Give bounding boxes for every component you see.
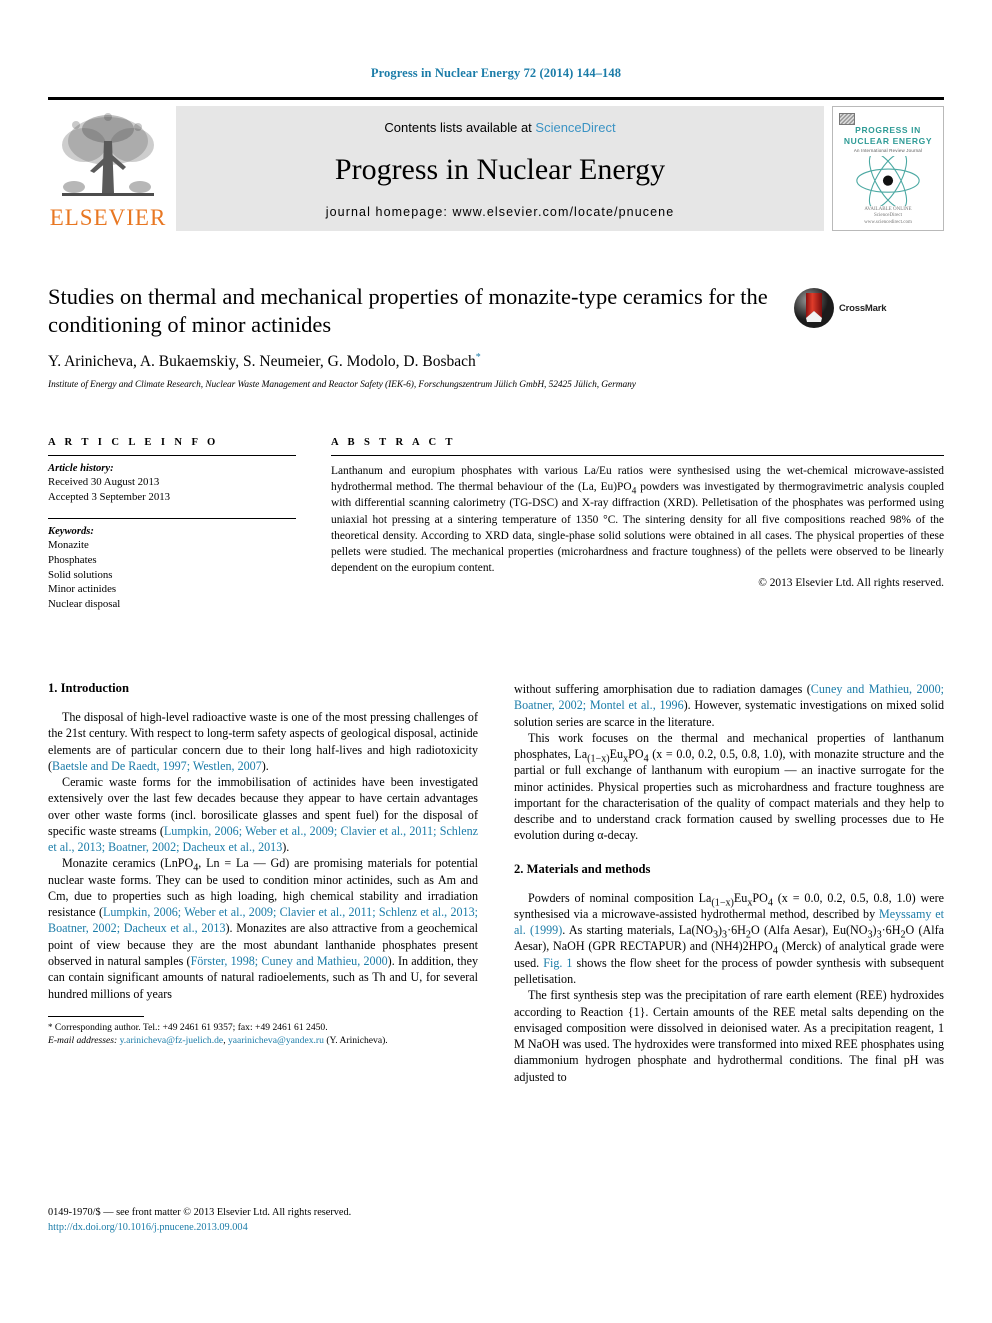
footnote-rule	[48, 1015, 144, 1017]
abstract-paragraph: Lanthanum and europium phosphates with v…	[331, 465, 944, 575]
body-columns: 1. Introduction The disposal of high-lev…	[48, 681, 944, 1281]
cover-foot-1: AVAILABLE ONLINE	[864, 206, 912, 212]
keywords-label: Keywords:	[48, 525, 94, 537]
doi-link[interactable]: http://dx.doi.org/10.1016/j.pnucene.2013…	[48, 1221, 478, 1236]
left-column: 1. Introduction The disposal of high-lev…	[48, 681, 478, 1281]
rp3-part-c: shows the flow sheet for the process of …	[514, 955, 944, 986]
paragraph: This work focuses on the thermal and mec…	[514, 730, 944, 844]
sciencedirect-link[interactable]: ScienceDirect	[535, 120, 615, 135]
author-list: Y. Arinicheva, A. Bukaemskiy, S. Neumeie…	[48, 353, 944, 371]
journal-homepage[interactable]: journal homepage: www.elsevier.com/locat…	[326, 205, 675, 219]
accepted-date: Accepted 3 September 2013	[48, 490, 171, 503]
keyword-item: Solid solutions	[48, 568, 113, 581]
affiliation: Institute of Energy and Climate Research…	[48, 380, 636, 391]
cover-foot-3: www.sciencedirect.com	[864, 219, 912, 225]
article-info-heading: A R T I C L E I N F O	[48, 437, 219, 448]
crossmark-icon	[794, 288, 834, 328]
citation-link[interactable]: Förster, 1998; Cuney and Mathieu, 2000	[191, 954, 388, 968]
cover-publisher-badge-icon	[839, 113, 855, 126]
keyword-item: Minor actinides	[48, 583, 117, 596]
paragraph: Monazite ceramics (LnPO4, Ln = La — Gd) …	[48, 855, 478, 1001]
masthead-top-rule	[48, 97, 944, 100]
figure-reference-link[interactable]: Fig. 1	[543, 956, 572, 970]
masthead-center-panel: Contents lists available at ScienceDirec…	[176, 106, 824, 231]
rp4-text: The first synthesis step was the precipi…	[514, 988, 944, 1084]
p2-part-b: ).	[282, 840, 290, 855]
section-heading-introduction: 1. Introduction	[48, 681, 129, 695]
keyword-item: Nuclear disposal	[48, 598, 121, 611]
footer-block: 0149-1970/$ — see front matter © 2013 El…	[48, 1206, 478, 1236]
paragraph: The first synthesis step was the precipi…	[514, 987, 944, 1085]
email-label: E-mail addresses:	[48, 1035, 118, 1047]
abstract-rule	[331, 455, 944, 456]
paragraph: The disposal of high-level radioactive w…	[48, 709, 478, 774]
footnote-contact: Corresponding author. Tel.: +49 2461 61 …	[52, 1021, 328, 1033]
journal-title: Progress in Nuclear Energy	[334, 153, 666, 186]
journal-masthead: ELSEVIER Contents lists available at Sci…	[48, 97, 944, 231]
p1-part-b: ).	[261, 758, 269, 773]
section-heading-materials-and-methods: 2. Materials and methods	[514, 861, 651, 876]
elsevier-logo: ELSEVIER	[48, 106, 168, 231]
page-title: Studies on thermal and mechanical proper…	[48, 284, 768, 338]
rp2-text: This work focuses on the thermal and mec…	[514, 730, 944, 843]
atom-icon	[856, 156, 920, 206]
paragraph: without suffering amorphisation due to r…	[514, 681, 944, 730]
info-abstract-block: A R T I C L E I N F O Article history: R…	[48, 437, 944, 612]
paragraph: Ceramic waste forms for the immobilisati…	[48, 774, 478, 855]
paragraph: Powders of nominal composition La(1−x)Eu…	[514, 890, 944, 988]
running-head: Progress in Nuclear Energy 72 (2014) 144…	[370, 66, 622, 80]
contents-line: Contents lists available at ScienceDirec…	[384, 120, 615, 135]
email-link-primary[interactable]: y.arinicheva@fz-juelich.de	[120, 1035, 224, 1046]
email-link-secondary[interactable]: yaarinicheva@yandex.ru	[228, 1035, 324, 1046]
received-date: Received 30 August 2013	[48, 476, 160, 488]
citation-link[interactable]: Baetsle and De Raedt, 1997; Westlen, 200…	[52, 759, 262, 773]
elsevier-wordmark: ELSEVIER	[49, 205, 167, 230]
abstract-heading: A B S T R A C T	[331, 437, 456, 448]
article-info-column: A R T I C L E I N F O Article history: R…	[48, 437, 296, 612]
article-history-label: Article history:	[48, 463, 114, 474]
footnote-corresponding-author: * Corresponding author. Tel.: +49 2461 6…	[48, 1021, 478, 1048]
cover-line-2: NUCLEAR ENERGY	[843, 136, 933, 147]
cover-line-3: An International Review Journal	[853, 148, 923, 154]
abstract-text: Lanthanum and europium phosphates with v…	[331, 463, 944, 576]
abstract-column: A B S T R A C T Lanthanum and europium p…	[331, 437, 944, 612]
right-column: without suffering amorphisation due to r…	[514, 681, 944, 1281]
authors-text: Y. Arinicheva, A. Bukaemskiy, S. Neumeie…	[48, 353, 476, 371]
article-header: Studies on thermal and mechanical proper…	[48, 283, 944, 390]
elsevier-tree-icon	[62, 113, 154, 196]
rp1-part-a: without suffering amorphisation due to r…	[514, 682, 811, 696]
issn-copyright-line: 0149-1970/$ — see front matter © 2013 El…	[48, 1207, 352, 1218]
keywords-rule	[48, 517, 296, 519]
cover-footer: AVAILABLE ONLINE ScienceDirect www.scien…	[864, 207, 912, 227]
crossmark-badge[interactable]: CrossMark	[793, 287, 887, 329]
cover-line-1: PROGRESS IN	[855, 125, 921, 136]
email-owner: (Y. Arinicheva).	[323, 1035, 388, 1047]
journal-cover-thumbnail: PROGRESS IN NUCLEAR ENERGY An Internatio…	[832, 106, 944, 231]
corresponding-author-marker: *	[475, 352, 481, 364]
paper-page: Progress in Nuclear Energy 72 (2014) 144…	[0, 0, 992, 1323]
keyword-item: Phosphates	[48, 553, 97, 566]
abstract-copyright: © 2013 Elsevier Ltd. All rights reserved…	[758, 577, 944, 590]
article-info-rule	[48, 455, 296, 456]
cover-foot-2: ScienceDirect	[873, 213, 903, 218]
keyword-item: Monazite	[48, 538, 89, 551]
contents-prefix: Contents lists available at	[384, 120, 536, 135]
crossmark-label: CrossMark	[839, 302, 887, 314]
